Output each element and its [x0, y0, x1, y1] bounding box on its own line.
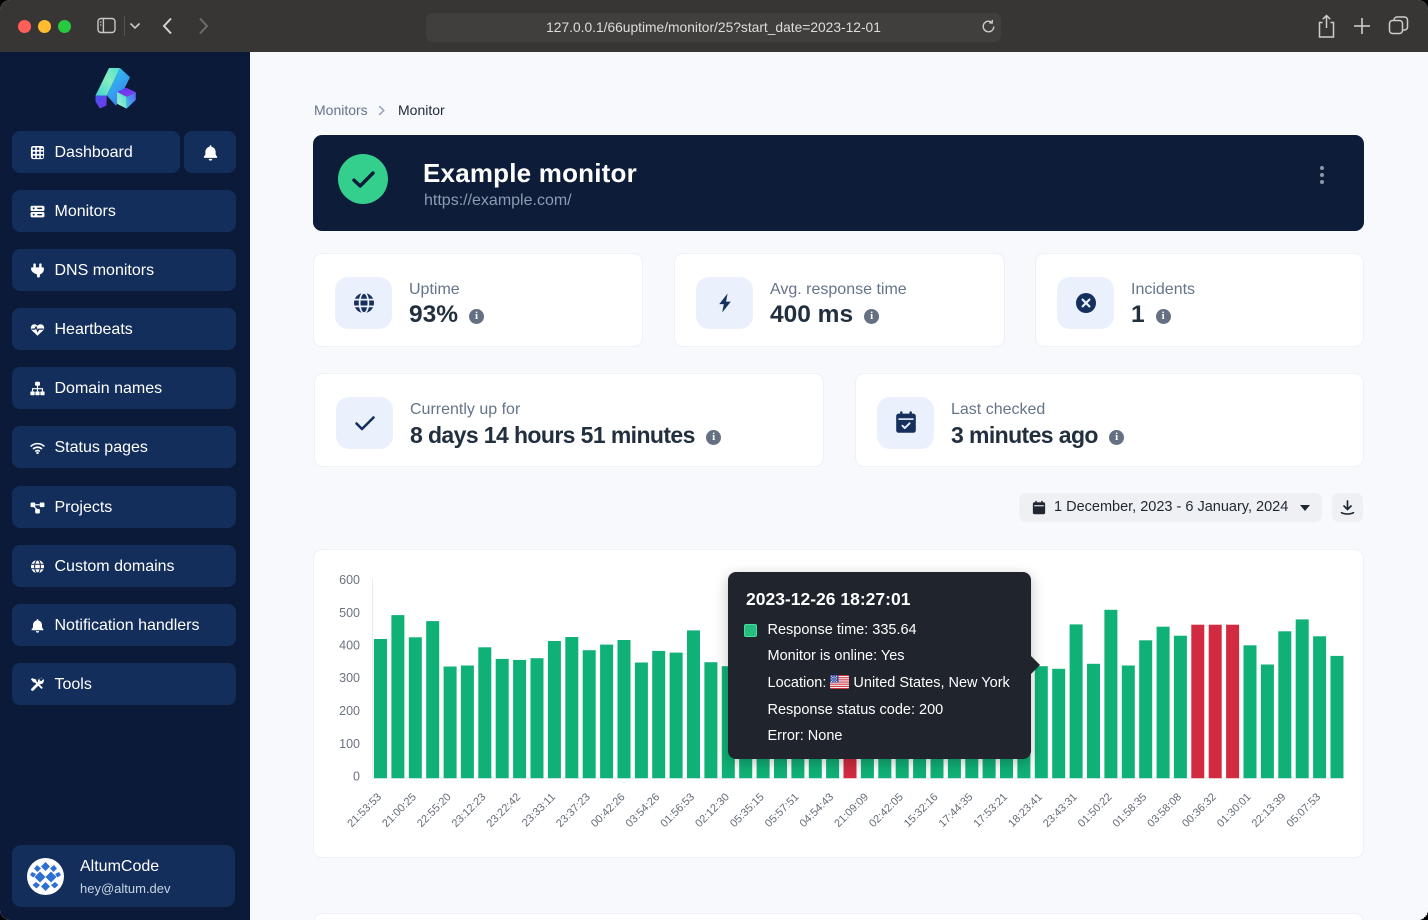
svg-text:23:12:23: 23:12:23 — [450, 791, 489, 830]
svg-text:23:33:11: 23:33:11 — [520, 791, 558, 829]
svg-text:300: 300 — [339, 671, 360, 685]
svg-text:03:54:26: 03:54:26 — [624, 791, 663, 830]
svg-text:01:30:01: 01:30:01 — [1215, 791, 1254, 830]
svg-text:17:53:21: 17:53:21 — [971, 791, 1010, 830]
svg-text:100: 100 — [339, 737, 360, 751]
svg-text:02:42:05: 02:42:05 — [867, 791, 906, 830]
svg-text:21:00:25: 21:00:25 — [380, 791, 419, 830]
svg-text:17:44:35: 17:44:35 — [937, 791, 976, 830]
svg-text:600: 600 — [339, 573, 360, 587]
svg-text:400: 400 — [339, 639, 360, 653]
svg-text:00:36:32: 00:36:32 — [1180, 791, 1219, 830]
svg-text:200: 200 — [339, 704, 360, 718]
svg-text:00:42:26: 00:42:26 — [589, 791, 628, 830]
svg-text:05:07:53: 05:07:53 — [1284, 791, 1323, 830]
svg-text:02:12:30: 02:12:30 — [693, 791, 732, 830]
svg-text:18:23:41: 18:23:41 — [1006, 791, 1045, 830]
svg-text:01:58:35: 01:58:35 — [1111, 791, 1150, 830]
svg-text:03:58:08: 03:58:08 — [1145, 791, 1184, 830]
svg-text:05:35:15: 05:35:15 — [728, 791, 767, 830]
svg-text:500: 500 — [339, 606, 360, 620]
svg-text:01:50:22: 01:50:22 — [1076, 791, 1115, 830]
svg-text:23:43:31: 23:43:31 — [1041, 791, 1080, 830]
svg-text:04:54:43: 04:54:43 — [797, 791, 836, 830]
svg-text:23:37:23: 23:37:23 — [554, 791, 593, 830]
svg-text:21:53:53: 21:53:53 — [345, 791, 384, 830]
svg-text:21:09:09: 21:09:09 — [832, 791, 871, 830]
svg-text:05:57:51: 05:57:51 — [763, 791, 802, 830]
svg-text:23:22:42: 23:22:42 — [484, 791, 523, 830]
svg-text:22:55:20: 22:55:20 — [415, 791, 454, 830]
svg-text:0: 0 — [353, 770, 360, 784]
svg-text:01:56:53: 01:56:53 — [658, 791, 697, 830]
svg-text:22:13:39: 22:13:39 — [1250, 791, 1289, 830]
svg-text:15:32:16: 15:32:16 — [902, 791, 941, 830]
